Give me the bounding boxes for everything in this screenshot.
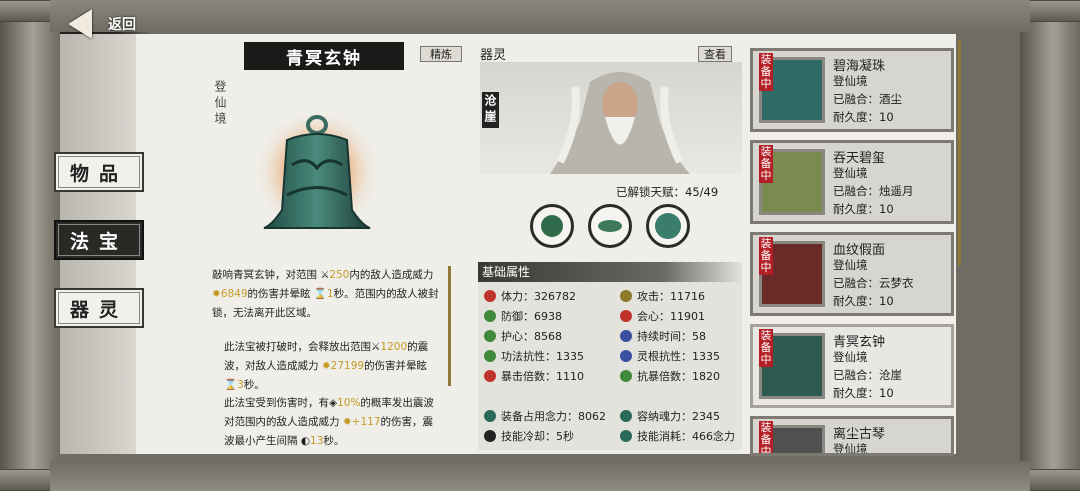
unlocked-talents: 已解锁天赋：45/49 xyxy=(616,185,719,199)
stat-right-2: 持续时间： 58 xyxy=(620,328,706,344)
hourglass-icon xyxy=(620,330,632,342)
description-scrollbar[interactable] xyxy=(448,266,451,386)
triangle-icon xyxy=(484,370,496,382)
stats-title: 基础属性 xyxy=(478,262,742,282)
bottom-frame xyxy=(50,461,1030,491)
talent-swirl-icon[interactable] xyxy=(646,204,690,248)
spirit-section-title: 器灵 xyxy=(480,48,507,63)
back-arrow-icon xyxy=(68,9,92,39)
down-triangle-icon xyxy=(620,370,632,382)
equipped-badge: 装备中 xyxy=(759,53,773,91)
equipment-fused: 已融合：酒尘 xyxy=(833,92,902,106)
treasure-description: 敲响青冥玄钟，对范围 ⚔250内的敌人造成威力 ✹6849的伤害并晕眩 ⌛1秒。… xyxy=(212,269,439,319)
stat-left-3: 功法抗性： 1335 xyxy=(484,348,584,364)
yin-yang-icon xyxy=(484,430,496,442)
tri-icon xyxy=(620,310,632,322)
stat-left-1: 防御： 6938 xyxy=(484,308,562,324)
arc-icon xyxy=(620,350,632,362)
equipment-name: 青冥玄钟 xyxy=(833,335,886,350)
tab-items[interactable]: 物品 xyxy=(54,152,144,192)
talent-icons xyxy=(530,204,690,248)
back-label: 返回 xyxy=(108,17,136,33)
treasure-realm: 登仙境 xyxy=(213,80,227,128)
talent-eye-icon[interactable] xyxy=(588,204,632,248)
stat-left-4: 暴击倍数： 1110 xyxy=(484,368,584,384)
equipment-fused: 已融合：云梦衣 xyxy=(833,276,914,290)
equipment-durability: 耐久度：10 xyxy=(833,294,894,308)
equipment-fused: 已融合：烛遥月 xyxy=(833,184,914,198)
equipment-name: 离尘古琴 xyxy=(833,427,886,442)
spirit-portrait xyxy=(480,62,742,174)
tab-treasure[interactable]: 法宝 xyxy=(54,220,144,260)
equipment-card[interactable]: 装备中 血纹假面 登仙境已融合：云梦衣 耐久度：10 xyxy=(750,232,954,316)
equipment-fused: 已融合：沧崖 xyxy=(833,368,902,382)
top-frame xyxy=(50,0,1030,32)
spirit-name: 沧崖 xyxy=(482,92,499,128)
effect-1: 此法宝被打破时，会释放出范围⚔1200的震波，对敌人造成威力 ✹27199的伤害… xyxy=(224,341,429,391)
equipped-badge: 装备中 xyxy=(759,329,773,367)
effect-2: 此法宝受到伤害时，有◈10%的概率发出震波对范围内的敌人造成威力 ✹+117的伤… xyxy=(224,397,434,447)
equipment-card[interactable]: 装备中 吞天碧玺 登仙境已融合：烛遥月 耐久度：10 xyxy=(750,140,954,224)
arc-icon xyxy=(484,350,496,362)
bell-icon xyxy=(253,108,381,236)
equipment-card[interactable]: 装备中 离尘古琴 登仙境 xyxy=(750,416,954,456)
stat-left-0: 体力： 326782 xyxy=(484,288,576,304)
equipment-durability: 耐久度：10 xyxy=(833,386,894,400)
heart-icon xyxy=(484,290,496,302)
view-button[interactable]: 查看 xyxy=(698,46,732,62)
equipment-durability: 耐久度：10 xyxy=(833,202,894,216)
equipped-badge: 装备中 xyxy=(759,237,773,275)
equipment-name: 血纹假面 xyxy=(833,243,886,258)
treasure-title: 青冥玄钟 xyxy=(244,42,404,70)
equipped-badge: 装备中 xyxy=(759,145,773,183)
equipment-card[interactable]: 装备中 青冥玄钟 登仙境已融合：沧崖 耐久度：10 xyxy=(750,324,954,408)
left-pillar xyxy=(0,0,64,491)
stat-right-3: 灵根抗性： 1335 xyxy=(620,348,720,364)
equipment-realm: 登仙境 xyxy=(833,74,868,88)
eye-icon xyxy=(620,430,632,442)
swirl-icon xyxy=(620,410,632,422)
right-pillar xyxy=(1016,0,1080,491)
circle-icon xyxy=(484,330,496,342)
stat-bottom-2: 技能冷却： 5秒 xyxy=(484,428,574,444)
equipment-realm: 登仙境 xyxy=(833,258,868,272)
equipment-name: 碧海凝珠 xyxy=(833,59,886,74)
equipment-realm: 登仙境 xyxy=(833,350,868,364)
equipped-badge: 装备中 xyxy=(759,421,773,453)
refine-button[interactable]: 精炼 xyxy=(420,46,462,62)
shield-icon xyxy=(484,310,496,322)
stat-right-4: 抗暴倍数： 1820 xyxy=(620,368,720,384)
equipment-durability: 耐久度：10 xyxy=(833,110,894,124)
equipment-scrollbar[interactable] xyxy=(958,40,961,266)
equipment-card[interactable]: 装备中 碧海凝珠 登仙境已融合：酒尘 耐久度：10 xyxy=(750,48,954,132)
stat-bottom-1: 容纳魂力： 2345 xyxy=(620,408,720,424)
stat-bottom-0: 装备占用念力： 8062 xyxy=(484,408,606,424)
stat-left-2: 护心： 8568 xyxy=(484,328,562,344)
stat-bottom-3: 技能消耗： 466念力 xyxy=(620,428,735,444)
eye-icon xyxy=(484,410,496,422)
talent-horned-icon[interactable] xyxy=(530,204,574,248)
tab-spirit[interactable]: 器灵 xyxy=(54,288,144,328)
swords-icon xyxy=(620,290,632,302)
equipment-realm: 登仙境 xyxy=(833,166,868,180)
stat-right-0: 攻击： 11716 xyxy=(620,288,705,304)
stat-right-1: 会心： 11901 xyxy=(620,308,705,324)
equipment-name: 吞天碧玺 xyxy=(833,151,886,166)
equipment-realm: 登仙境 xyxy=(833,442,868,456)
